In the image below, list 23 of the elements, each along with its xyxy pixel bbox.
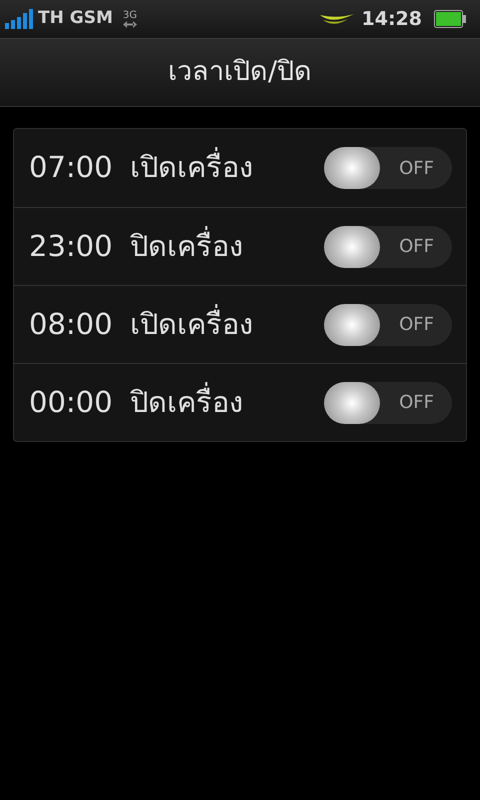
toggle-thumb[interactable] — [324, 226, 380, 268]
battery-icon — [434, 10, 466, 28]
screen-title: เวลาเปิด/ปิด — [168, 55, 312, 90]
signal-icon — [4, 9, 34, 29]
network-type: 3G — [122, 10, 137, 21]
carrier-name: TH GSM — [38, 7, 113, 30]
toggle-thumb[interactable] — [324, 304, 380, 346]
clock-time: 14:28 — [362, 6, 422, 32]
schedule-action: เปิดเครื่อง — [130, 146, 324, 190]
schedule-action: เปิดเครื่อง — [130, 302, 324, 346]
toggle-switch[interactable]: OFF — [324, 304, 452, 346]
schedule-time: 23:00 — [29, 228, 114, 265]
toggle-thumb[interactable] — [324, 147, 380, 189]
schedule-time: 08:00 — [29, 306, 114, 343]
toggle-switch[interactable]: OFF — [324, 147, 452, 189]
data-arrows-icon — [122, 21, 137, 28]
toggle-thumb[interactable] — [324, 382, 380, 424]
schedule-time: 07:00 — [29, 149, 114, 186]
toggle-switch[interactable]: OFF — [324, 226, 452, 268]
schedule-action: ปิดเครื่อง — [130, 380, 324, 424]
schedule-action: ปิดเครื่อง — [130, 224, 324, 268]
schedule-time: 00:00 — [29, 384, 114, 421]
toggle-switch[interactable]: OFF — [324, 382, 452, 424]
